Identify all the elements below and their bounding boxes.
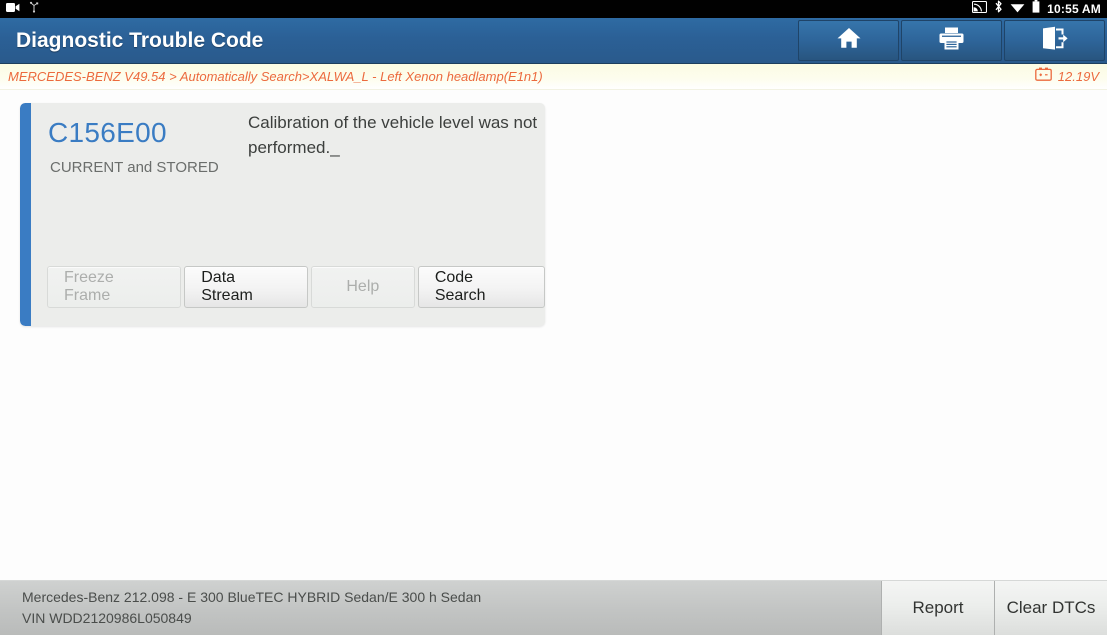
print-button[interactable] <box>901 20 1002 61</box>
report-button[interactable]: Report <box>881 581 994 635</box>
wifi-icon <box>1010 0 1025 18</box>
camcorder-icon <box>6 0 20 18</box>
breadcrumb: MERCEDES-BENZ V49.54 > Automatically Sea… <box>8 69 543 84</box>
bottom-bar: Mercedes-Benz 212.098 - E 300 BlueTEC HY… <box>0 580 1107 635</box>
breadcrumb-bar: MERCEDES-BENZ V49.54 > Automatically Sea… <box>0 64 1107 90</box>
dtc-card[interactable]: C156E00 CURRENT and STORED Calibration o… <box>20 103 545 326</box>
data-stream-button[interactable]: Data Stream <box>184 266 308 308</box>
dtc-status: CURRENT and STORED <box>50 159 219 176</box>
usb-debug-icon <box>28 0 40 18</box>
dtc-list-area: C156E00 CURRENT and STORED Calibration o… <box>0 90 1107 580</box>
vehicle-model: Mercedes-Benz 212.098 - E 300 BlueTEC HY… <box>22 589 482 605</box>
cast-icon <box>972 0 988 18</box>
printer-icon <box>938 26 965 56</box>
voltage-indicator: 12.19V <box>1034 67 1099 86</box>
clear-dtcs-button[interactable]: Clear DTCs <box>994 581 1107 635</box>
code-search-button[interactable]: Code Search <box>417 266 545 308</box>
status-bar-left-icons <box>6 0 40 18</box>
bluetooth-icon <box>994 0 1003 18</box>
app-title-bar: Diagnostic Trouble Code <box>0 18 1107 64</box>
vehicle-info: Mercedes-Benz 212.098 - E 300 BlueTEC HY… <box>0 587 881 629</box>
title-bar-actions <box>798 18 1107 63</box>
home-button[interactable] <box>798 20 899 61</box>
dtc-description: Calibration of the vehicle level was not… <box>248 113 538 157</box>
home-icon <box>836 26 862 55</box>
dtc-severity-accent-bar <box>20 103 31 326</box>
status-bar-right-icons: 10:55 AM <box>972 0 1101 18</box>
page-title: Diagnostic Trouble Code <box>16 28 264 52</box>
dtc-card-actions: Freeze Frame Data Stream Help Code Searc… <box>47 266 545 308</box>
help-button: Help <box>310 266 415 308</box>
android-status-bar: 10:55 AM <box>0 0 1107 18</box>
status-bar-clock: 10:55 AM <box>1047 2 1101 16</box>
exit-button[interactable] <box>1004 20 1105 61</box>
exit-icon <box>1041 26 1069 56</box>
vehicle-vin: VIN WDD2120986L050849 <box>22 610 192 626</box>
freeze-frame-button: Freeze Frame <box>47 266 182 308</box>
dtc-code: C156E00 <box>48 117 167 148</box>
bottom-bar-actions: Report Clear DTCs <box>881 581 1107 635</box>
battery-voltage-icon <box>1034 67 1052 86</box>
voltage-value: 12.19V <box>1057 69 1099 84</box>
battery-icon <box>1032 0 1040 18</box>
